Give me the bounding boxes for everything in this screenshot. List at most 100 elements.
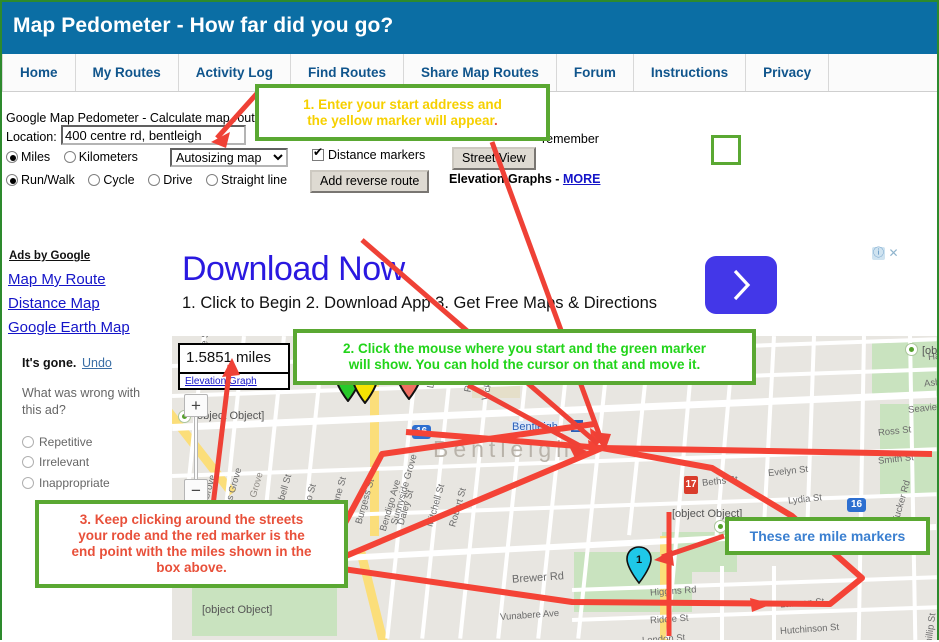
nav-item-forum[interactable]: Forum	[557, 54, 634, 91]
nav-label: Home	[20, 65, 58, 80]
radio-kilometers[interactable]: Kilometers	[64, 150, 138, 164]
zoom-in-button[interactable]: +	[184, 394, 208, 417]
ad-banner-subtitle: 1. Click to Begin 2. Download App 3. Get…	[182, 294, 657, 313]
callout-step-2: 2. Click the mouse where you start and t…	[293, 329, 756, 385]
map-zoom-control[interactable]: + −	[184, 394, 208, 502]
callout-3-line1: 3. Keep clicking around the streets	[80, 512, 304, 527]
chevron-right-icon	[728, 268, 754, 302]
radio-miles-dot	[6, 151, 18, 163]
callout-3-text: 3. Keep clicking around the streets your…	[71, 512, 311, 576]
ad-feedback-irrelevant[interactable]: Irrelevant	[22, 455, 89, 469]
radio-straight-line[interactable]: Straight line	[206, 173, 287, 187]
radio-drive-label: Drive	[163, 173, 192, 187]
radio-run-walk[interactable]: Run/Walk	[6, 173, 75, 187]
callout-2-line2: will show. You can hold the cursor on th…	[349, 357, 701, 372]
location-label: Location:	[6, 130, 57, 144]
radio-run-walk-label: Run/Walk	[21, 173, 75, 187]
callout-3-line3: end point with the miles shown in the	[71, 544, 311, 559]
ads-by-google-heading[interactable]: Ads by Google	[9, 250, 90, 262]
ad-feedback-question: What was wrong with this ad?	[22, 385, 152, 419]
ad-banner-title: Download Now	[182, 250, 405, 289]
callout-4-text: These are mile markers	[750, 528, 906, 545]
radio-cycle[interactable]: Cycle	[88, 173, 134, 187]
ad-link-google-earth-map[interactable]: Google Earth Map	[8, 319, 130, 336]
callout-1-line2: the yellow marker will appear	[307, 113, 494, 128]
page-header: Map Pedometer - How far did you go?	[2, 2, 937, 54]
map-marker-mile-1[interactable]: 1	[626, 546, 652, 584]
nav-label: Forum	[574, 65, 616, 80]
radio-miles-label: Miles	[21, 150, 50, 164]
radio-run-walk-dot	[6, 174, 18, 186]
callout-2-text: 2. Click the mouse where you start and t…	[343, 341, 706, 373]
radio-dot	[22, 436, 34, 448]
radio-cycle-label: Cycle	[103, 173, 134, 187]
option-label: Inappropriate	[39, 476, 110, 490]
callout-1-line1: 1. Enter your start address and	[303, 97, 502, 112]
radio-dot	[22, 477, 34, 489]
elevation-separator: -	[555, 172, 559, 186]
distance-markers-checkbox[interactable]: Distance markers	[312, 148, 425, 162]
option-label: Repetitive	[39, 435, 92, 449]
nav-item-instructions[interactable]: Instructions	[634, 54, 746, 91]
modes-row: Run/Walk Cycle Drive Straight line	[6, 173, 297, 189]
ad-gone-text: It's gone.	[22, 356, 76, 370]
ad-cta-button[interactable]	[705, 256, 777, 314]
elevation-more-link[interactable]: MORE	[563, 172, 601, 186]
distance-readout-box: 1.5851 miles Elevation Graph	[178, 343, 290, 390]
radio-drive-dot	[148, 174, 160, 186]
zoom-out-button[interactable]: −	[184, 479, 208, 502]
nav-label: Privacy	[763, 65, 811, 80]
elevation-graphs-group: Elevation Graphs - MORE	[449, 172, 600, 186]
divider	[180, 372, 288, 374]
nav-label: Share Map Routes	[421, 65, 539, 80]
radio-straight-line-label: Straight line	[221, 173, 287, 187]
highlight-square-annotation	[711, 135, 741, 165]
nav-label: Activity Log	[196, 65, 273, 80]
nav-label: Find Routes	[308, 65, 386, 80]
radio-dot	[22, 456, 34, 468]
elevation-graph-link[interactable]: Elevation Graph	[185, 376, 257, 387]
radio-cycle-dot	[88, 174, 100, 186]
ad-feedback-repetitive[interactable]: Repetitive	[22, 435, 92, 449]
callout-1-text: 1. Enter your start address and the yell…	[303, 97, 502, 129]
units-row: Miles Kilometers	[6, 150, 148, 166]
street-view-button[interactable]: Street View	[452, 147, 536, 170]
zoom-slider-track[interactable]	[194, 417, 198, 479]
map-size-select[interactable]: Autosizing map	[170, 148, 288, 167]
nav-label: My Routes	[93, 65, 161, 80]
distance-markers-label: Distance markers	[328, 148, 425, 162]
add-reverse-route-button[interactable]: Add reverse route	[310, 170, 429, 193]
callout-2-line1: 2. Click the mouse where you start and t…	[343, 341, 706, 356]
callout-step-3: 3. Keep clicking around the streets your…	[35, 500, 348, 588]
remember-text: remember	[542, 132, 599, 146]
elevation-graphs-label: Elevation Graphs	[449, 172, 552, 186]
ad-close-icon[interactable]: ✕	[887, 247, 900, 260]
radio-straight-line-dot	[206, 174, 218, 186]
nav-item-home[interactable]: Home	[2, 54, 76, 91]
ad-info-icon[interactable]: ⓘ	[872, 247, 885, 260]
distance-value: 1.5851 miles	[186, 349, 271, 366]
radio-miles[interactable]: Miles	[6, 150, 50, 164]
ad-link-map-my-route[interactable]: Map My Route	[8, 271, 106, 288]
ad-undo-link[interactable]: Undo	[82, 356, 112, 370]
nav-label: Instructions	[651, 65, 728, 80]
ad-feedback-inappropriate[interactable]: Inappropriate	[22, 476, 110, 490]
radio-kilometers-dot	[64, 151, 76, 163]
checkbox-box	[312, 149, 324, 161]
callout-step-1: 1. Enter your start address and the yell…	[255, 84, 550, 141]
download-ad-banner[interactable]: Download Now 1. Click to Begin 2. Downlo…	[172, 240, 937, 336]
callout-3-line4: box above.	[156, 560, 227, 575]
callout-3-line2: your rode and the red marker is the	[78, 528, 305, 543]
radio-kilometers-label: Kilometers	[79, 150, 138, 164]
page-title: Map Pedometer - How far did you go?	[13, 14, 393, 38]
callout-1-period: .	[494, 113, 498, 128]
location-input[interactable]	[61, 125, 246, 145]
nav-item-privacy[interactable]: Privacy	[746, 54, 829, 91]
nav-item-my-routes[interactable]: My Routes	[76, 54, 179, 91]
ad-link-distance-map[interactable]: Distance Map	[8, 295, 100, 312]
radio-drive[interactable]: Drive	[148, 173, 192, 187]
mile-marker-number: 1	[636, 554, 642, 566]
callout-mile-markers: These are mile markers	[725, 517, 930, 555]
nav-filler	[829, 54, 937, 91]
option-label: Irrelevant	[39, 455, 89, 469]
